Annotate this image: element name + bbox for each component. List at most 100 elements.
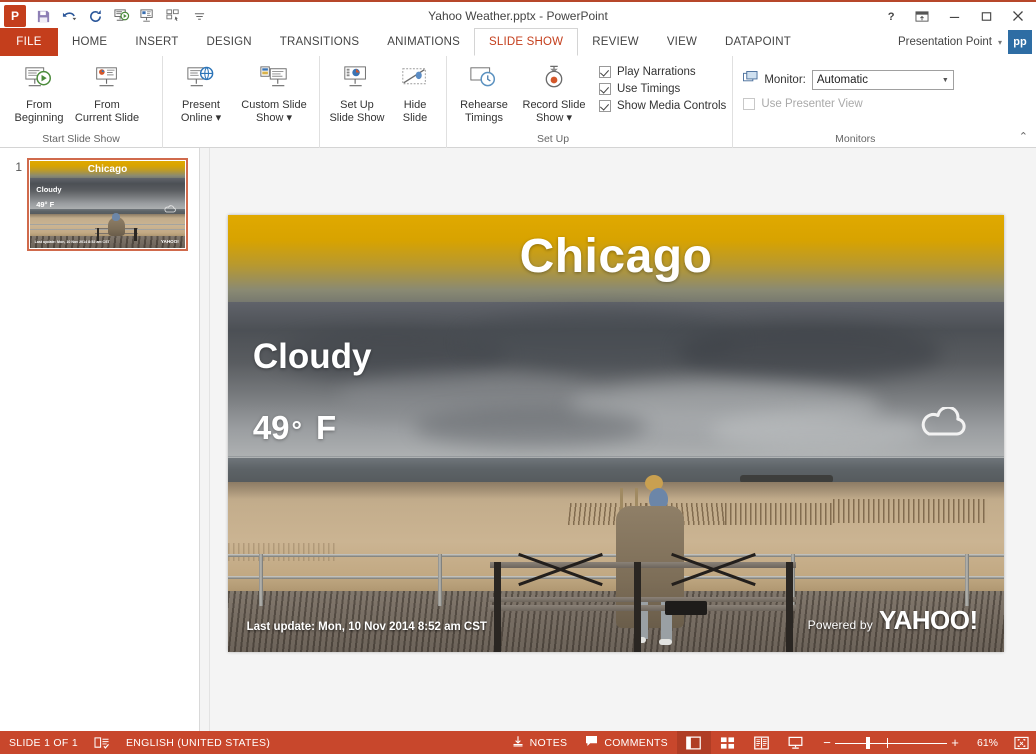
powerpoint-app-icon[interactable]: P: [4, 5, 26, 27]
undo-icon[interactable]: [57, 4, 82, 28]
tab-transitions[interactable]: TRANSITIONS: [266, 28, 374, 56]
language-indicator[interactable]: ENGLISH (UNITED STATES): [117, 731, 279, 754]
normal-view-button[interactable]: [676, 731, 711, 754]
group-label-start-slide-show: Start Slide Show: [42, 133, 120, 145]
checkbox-icon: [743, 98, 756, 110]
save-icon[interactable]: [31, 4, 56, 28]
help-button[interactable]: ?: [874, 3, 906, 29]
ribbon-group-set-up-b: Rehearse Timings Record Slide Show ▾ Play …: [446, 56, 732, 148]
zoom-in-button[interactable]: +: [947, 736, 963, 749]
customize-icon[interactable]: [161, 4, 186, 28]
slide-thumbnail[interactable]: Chicago Cloudy 49° F Last update: Mon, 1…: [30, 161, 185, 248]
comment-icon: [585, 735, 598, 750]
zoom-out-button[interactable]: −: [819, 736, 835, 749]
status-bar: SLIDE 1 OF 1 ENGLISH (UNITED STATES) NOT…: [0, 731, 1036, 754]
minimize-button[interactable]: [938, 3, 970, 29]
svg-text:?: ?: [887, 11, 894, 23]
zoom-level[interactable]: 61%: [969, 737, 1006, 749]
custom-slide-show-label-1: Custom Slide: [241, 99, 307, 111]
record-slide-show-button[interactable]: Record Slide Show ▾: [517, 60, 591, 125]
from-current-slide-icon: [91, 63, 123, 97]
pane-divider[interactable]: [200, 148, 210, 731]
tab-datapoint[interactable]: DATAPOINT: [711, 28, 805, 56]
thumb-condition: Cloudy: [36, 185, 62, 195]
use-timings-checkbox[interactable]: Use Timings: [599, 83, 726, 95]
window-controls: ?: [874, 2, 1034, 30]
present-online-icon: [185, 63, 217, 97]
collapse-ribbon-button[interactable]: ⌃: [1019, 130, 1028, 143]
from-beginning-label-2: Beginning: [14, 112, 64, 124]
tab-slide-show[interactable]: SLIDE SHOW: [474, 28, 579, 56]
notes-button[interactable]: NOTES: [503, 731, 577, 754]
slide-condition[interactable]: Cloudy: [253, 337, 372, 377]
tab-file[interactable]: FILE: [0, 28, 58, 56]
zoom-track-line: [834, 742, 947, 744]
thumb-temperature: 49° F: [36, 200, 54, 209]
custom-slide-show-button[interactable]: Custom Slide Show ▾: [235, 60, 313, 125]
thumb-degree: °: [44, 200, 48, 210]
zoom-slider[interactable]: − +: [813, 736, 969, 749]
present-online-label-2: Online ▾: [180, 112, 222, 124]
fit-to-window-button[interactable]: [1006, 731, 1036, 754]
slide-count-indicator[interactable]: SLIDE 1 OF 1: [0, 731, 87, 754]
temperature-value: 49: [252, 409, 290, 447]
slide-show-view-button[interactable]: [779, 731, 813, 754]
powered-by-text: Powered by: [807, 618, 873, 633]
from-current-slide-label-2: Current Slide: [74, 112, 140, 124]
from-beginning-label-1: From: [26, 99, 52, 111]
tab-home[interactable]: HOME: [58, 28, 121, 56]
thumbnail-frame[interactable]: Chicago Cloudy 49° F Last update: Mon, 1…: [27, 158, 188, 251]
monitor-row: Monitor: Automatic ▼: [739, 60, 958, 90]
show-media-controls-checkbox[interactable]: Show Media Controls: [599, 100, 726, 112]
notes-icon: [512, 735, 524, 750]
fence: [724, 503, 834, 526]
slide-editing-area: Chicago Cloudy 49 ° F Last update: Mon, …: [211, 148, 1036, 731]
slide-title-city[interactable]: Chicago: [228, 229, 1004, 284]
customize-quick-access-toolbar-icon[interactable]: [187, 4, 212, 28]
present-online-button[interactable]: Present Online ▾: [169, 60, 233, 125]
start-from-beginning-icon[interactable]: [109, 4, 134, 28]
slide-temperature[interactable]: 49 ° F: [253, 409, 336, 447]
set-up-slide-show-button[interactable]: Set Up Slide Show: [326, 60, 388, 125]
slide-canvas[interactable]: Chicago Cloudy 49 ° F Last update: Mon, …: [228, 215, 1004, 652]
set-up-checkbox-group: Play Narrations Use Timings Show Media C…: [593, 60, 726, 112]
rehearse-timings-button[interactable]: Rehearse Timings: [453, 60, 515, 125]
tab-review[interactable]: REVIEW: [578, 28, 653, 56]
thumbnail-row[interactable]: 1 Chicago Cloudy 49° F Last update: Mon,…: [8, 158, 188, 251]
play-narrations-checkbox[interactable]: Play Narrations: [599, 66, 726, 78]
ribbon-group-set-up: Set Up Slide Show Hide Slide: [319, 56, 446, 148]
restore-button[interactable]: [970, 3, 1002, 29]
reading-view-button[interactable]: [745, 731, 779, 754]
current-slide[interactable]: Chicago Cloudy 49 ° F Last update: Mon, …: [228, 215, 1004, 652]
chevron-down-icon[interactable]: ▾: [998, 38, 1002, 47]
show-media-controls-label: Show Media Controls: [617, 100, 727, 112]
avatar[interactable]: pp: [1008, 30, 1032, 54]
monitor-select[interactable]: Automatic ▼: [811, 70, 954, 90]
from-beginning-button[interactable]: From Beginning: [6, 60, 72, 125]
thumb-powered-by: YAHOO!: [160, 238, 179, 244]
tab-view[interactable]: VIEW: [653, 28, 711, 56]
tab-insert[interactable]: INSERT: [121, 28, 192, 56]
ribbon-group-monitors: Monitor: Automatic ▼ Use Presenter View …: [732, 56, 964, 148]
present-online-label-1: Present: [182, 99, 220, 111]
use-presenter-view-checkbox[interactable]: Use Presenter View: [739, 90, 958, 110]
present-icon[interactable]: [135, 4, 160, 28]
zoom-track[interactable]: [834, 736, 947, 749]
close-button[interactable]: [1002, 3, 1034, 29]
tab-animations[interactable]: ANIMATIONS: [373, 28, 474, 56]
ribbon-tab-strip: FILE HOME INSERT DESIGN TRANSITIONS ANIMATIO…: [0, 28, 1036, 56]
from-current-slide-button[interactable]: From Current Slide: [74, 60, 140, 125]
play-narrations-label: Play Narrations: [617, 66, 696, 78]
hide-slide-button[interactable]: Hide Slide: [390, 60, 440, 125]
account-name[interactable]: Presentation Point: [898, 36, 992, 48]
account-area: Presentation Point ▾ pp: [898, 28, 1032, 56]
ribbon-display-options-button[interactable]: [906, 3, 938, 29]
group-label-set-up: Set Up: [536, 133, 570, 145]
monitor-label: Monitor:: [764, 74, 806, 86]
zoom-handle[interactable]: [866, 736, 871, 749]
tab-design[interactable]: DESIGN: [192, 28, 265, 56]
spellcheck-icon[interactable]: [87, 731, 117, 754]
redo-icon[interactable]: [83, 4, 108, 28]
slide-sorter-view-button[interactable]: [711, 731, 745, 754]
comments-button[interactable]: COMMENTS: [576, 731, 677, 754]
